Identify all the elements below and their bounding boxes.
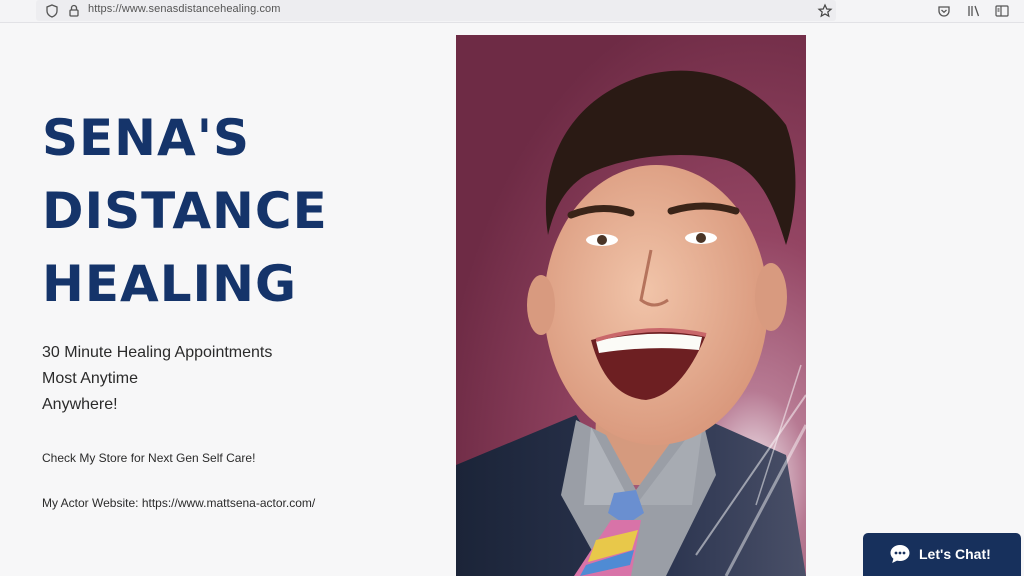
lock-icon[interactable] bbox=[66, 3, 82, 19]
library-icon[interactable] bbox=[966, 3, 982, 19]
site-title: SENA'S DISTANCE HEALING bbox=[42, 102, 328, 321]
address-bar[interactable]: https://www.senasdistancehealing.com bbox=[36, 0, 836, 21]
chat-bubble-icon bbox=[890, 545, 910, 563]
title-line-3: HEALING bbox=[42, 255, 298, 313]
title-line-1: SENA'S bbox=[42, 109, 251, 167]
chat-label: Let's Chat! bbox=[919, 546, 991, 562]
sidebar-icon[interactable] bbox=[994, 3, 1010, 19]
tagline-line-2: Most Anytime bbox=[42, 370, 139, 387]
actor-website-line: My Actor Website: https://www.mattsena-a… bbox=[42, 496, 315, 510]
tagline: 30 Minute Healing Appointments Most Anyt… bbox=[42, 340, 272, 418]
pocket-icon[interactable] bbox=[936, 3, 952, 19]
store-promo-text: Check My Store for Next Gen Self Care! bbox=[42, 451, 256, 465]
tagline-line-1: 30 Minute Healing Appointments bbox=[42, 344, 273, 361]
bookmark-star-icon[interactable] bbox=[817, 3, 833, 19]
title-line-2: DISTANCE bbox=[42, 182, 328, 240]
url-text[interactable]: https://www.senasdistancehealing.com bbox=[88, 3, 281, 15]
shield-icon[interactable] bbox=[44, 3, 60, 19]
actor-website-link[interactable]: https://www.mattsena-actor.com/ bbox=[142, 496, 315, 510]
tagline-line-3: Anywhere! bbox=[42, 396, 118, 413]
browser-toolbar: https://www.senasdistancehealing.com bbox=[0, 0, 1024, 23]
portrait-illustration bbox=[456, 35, 806, 576]
actor-website-label: My Actor Website: bbox=[42, 496, 142, 510]
chat-button[interactable]: Let's Chat! bbox=[863, 533, 1021, 576]
portrait-photo bbox=[456, 35, 806, 576]
